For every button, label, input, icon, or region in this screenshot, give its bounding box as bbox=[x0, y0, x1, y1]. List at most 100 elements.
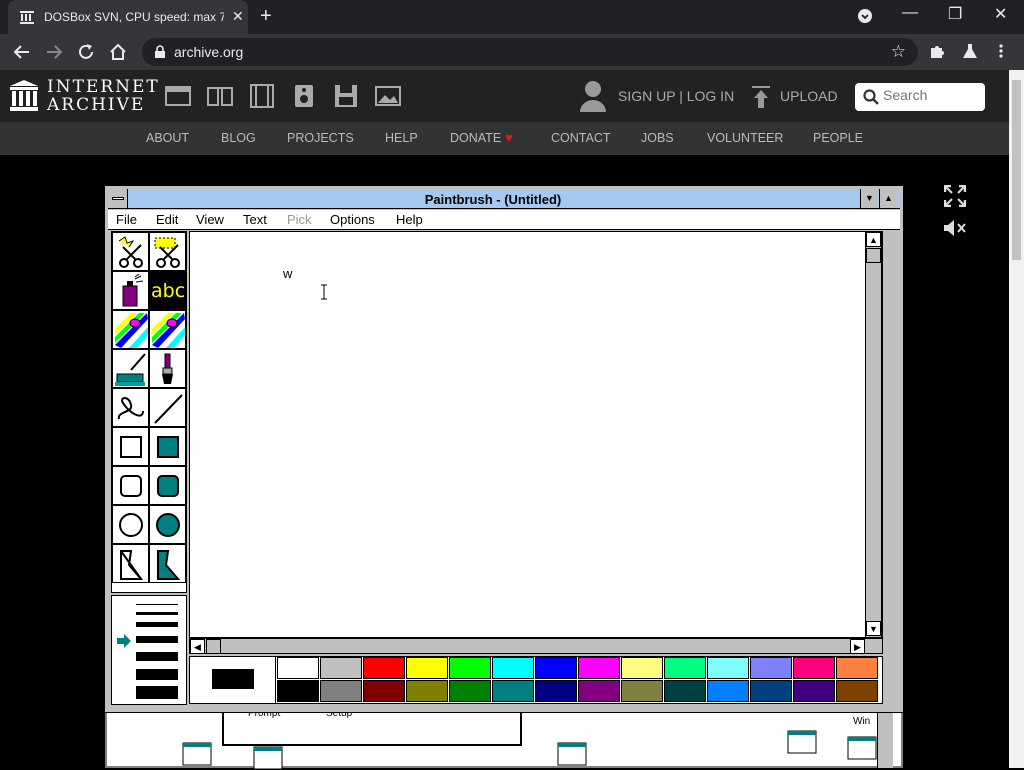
line-size-box[interactable] bbox=[111, 595, 187, 705]
eraser-tool[interactable] bbox=[149, 310, 186, 349]
horizontal-scroll-thumb[interactable] bbox=[206, 639, 221, 654]
palette-swatch[interactable] bbox=[449, 657, 491, 679]
mute-icon[interactable] bbox=[943, 218, 967, 238]
palette-swatch[interactable] bbox=[277, 657, 319, 679]
menu-edit[interactable]: Edit bbox=[156, 212, 178, 227]
page-scrollbar-thumb[interactable] bbox=[1012, 80, 1021, 260]
palette-swatch[interactable] bbox=[664, 657, 706, 679]
search-input[interactable] bbox=[883, 87, 979, 103]
tab-close-icon[interactable]: ✕ bbox=[232, 8, 244, 25]
curve-tool[interactable] bbox=[112, 388, 149, 427]
texts-icon[interactable] bbox=[207, 84, 233, 108]
box-tool[interactable] bbox=[112, 427, 149, 466]
palette-swatch[interactable] bbox=[621, 680, 663, 702]
upload-icon[interactable] bbox=[752, 86, 770, 108]
nav-help[interactable]: HELP bbox=[385, 131, 418, 145]
nav-volunteer[interactable]: VOLUNTEER bbox=[707, 131, 783, 145]
nav-about[interactable]: ABOUT bbox=[146, 131, 189, 145]
scroll-down-button[interactable]: ▼ bbox=[866, 621, 881, 636]
palette-swatch[interactable] bbox=[535, 680, 577, 702]
palette-swatch[interactable] bbox=[406, 680, 448, 702]
palette-swatch[interactable] bbox=[320, 680, 362, 702]
palette-swatch[interactable] bbox=[578, 680, 620, 702]
program-icon[interactable] bbox=[182, 742, 212, 766]
menu-help[interactable]: Help bbox=[396, 212, 423, 227]
drawing-canvas[interactable]: w bbox=[189, 231, 883, 638]
palette-swatch[interactable] bbox=[664, 680, 706, 702]
palette-swatch[interactable] bbox=[320, 657, 362, 679]
palette-swatch[interactable] bbox=[277, 680, 319, 702]
palette-swatch[interactable] bbox=[578, 657, 620, 679]
line-size-4[interactable] bbox=[136, 636, 178, 643]
paintbrush-titlebar[interactable]: Paintbrush - (Untitled) ▼ ▲ bbox=[108, 189, 900, 209]
menu-text[interactable]: Text bbox=[243, 212, 267, 227]
user-avatar-icon[interactable] bbox=[580, 80, 606, 112]
close-window-button[interactable]: ✕ bbox=[994, 4, 1007, 24]
signup-login-link[interactable]: SIGN UP | LOG IN bbox=[618, 88, 734, 104]
line-size-3[interactable] bbox=[136, 622, 178, 627]
menu-file[interactable]: File bbox=[116, 212, 137, 227]
restore-button[interactable]: ❐ bbox=[948, 4, 962, 24]
upload-link[interactable]: UPLOAD bbox=[780, 88, 838, 104]
reload-icon[interactable] bbox=[77, 43, 95, 61]
filled-circle-tool[interactable] bbox=[149, 505, 186, 544]
scroll-right-button[interactable]: ▶ bbox=[850, 639, 865, 654]
nav-jobs[interactable]: JOBS bbox=[641, 131, 674, 145]
home-icon[interactable] bbox=[109, 43, 127, 61]
brush-tool[interactable] bbox=[149, 349, 186, 388]
tab-search-icon[interactable] bbox=[858, 9, 872, 23]
maximize-window-button[interactable]: ▲ bbox=[879, 189, 897, 208]
circle-tool[interactable] bbox=[112, 505, 149, 544]
palette-swatch[interactable] bbox=[836, 680, 878, 702]
browser-tab[interactable]: DOSBox SVN, CPU speed: max 75 ✕ bbox=[8, 0, 248, 34]
paint-roller-tool[interactable] bbox=[112, 349, 149, 388]
filled-polygon-tool[interactable] bbox=[149, 544, 186, 583]
program-icon[interactable] bbox=[847, 736, 877, 760]
software-icon[interactable] bbox=[333, 84, 359, 108]
ia-search-box[interactable] bbox=[855, 83, 985, 111]
address-bar[interactable]: archive.org ☆ bbox=[142, 38, 918, 66]
palette-swatch[interactable] bbox=[793, 680, 835, 702]
fullscreen-icon[interactable] bbox=[944, 185, 966, 207]
line-tool[interactable] bbox=[149, 388, 186, 427]
line-size-1[interactable] bbox=[136, 604, 178, 605]
palette-swatch[interactable] bbox=[492, 680, 534, 702]
palette-swatch[interactable] bbox=[750, 657, 792, 679]
back-icon[interactable] bbox=[13, 43, 31, 61]
palette-swatch[interactable] bbox=[621, 657, 663, 679]
audio-icon[interactable] bbox=[291, 84, 317, 108]
palette-swatch[interactable] bbox=[535, 657, 577, 679]
program-icon[interactable] bbox=[557, 742, 587, 766]
palette-swatch[interactable] bbox=[707, 657, 749, 679]
palette-swatch[interactable] bbox=[492, 657, 534, 679]
line-size-6[interactable] bbox=[136, 669, 178, 680]
ia-logo-icon[interactable] bbox=[10, 80, 38, 112]
canvas-vertical-scrollbar[interactable]: ▲ ▼ bbox=[865, 231, 882, 638]
nav-donate[interactable]: DONATE bbox=[450, 131, 501, 145]
airbrush-tool[interactable] bbox=[112, 271, 149, 310]
scroll-left-button[interactable]: ◀ bbox=[190, 639, 205, 654]
extensions-icon[interactable] bbox=[929, 43, 945, 59]
pick-tool[interactable] bbox=[149, 232, 186, 271]
new-tab-button[interactable]: + bbox=[260, 5, 272, 28]
palette-swatch[interactable] bbox=[707, 680, 749, 702]
minimize-window-button[interactable]: ▼ bbox=[860, 189, 878, 208]
line-size-7[interactable] bbox=[136, 686, 178, 699]
ia-logo-text[interactable]: INTERNET ARCHIVE bbox=[47, 78, 160, 114]
text-tool[interactable]: abc bbox=[149, 271, 186, 310]
vertical-scroll-thumb[interactable] bbox=[866, 248, 881, 263]
filled-rounded-box-tool[interactable] bbox=[149, 466, 186, 505]
menu-kebab-icon[interactable] bbox=[998, 43, 1004, 59]
menu-view[interactable]: View bbox=[196, 212, 224, 227]
nav-projects[interactable]: PROJECTS bbox=[287, 131, 354, 145]
color-eraser-tool[interactable] bbox=[112, 310, 149, 349]
nav-blog[interactable]: BLOG bbox=[221, 131, 256, 145]
desktop-scrollbar[interactable] bbox=[877, 710, 893, 768]
video-icon[interactable] bbox=[249, 84, 275, 108]
bookmark-star-icon[interactable]: ☆ bbox=[891, 42, 906, 62]
menu-options[interactable]: Options bbox=[330, 212, 375, 227]
palette-swatch[interactable] bbox=[449, 680, 491, 702]
nav-contact[interactable]: CONTACT bbox=[551, 131, 611, 145]
canvas-horizontal-scrollbar[interactable]: ◀ ▶ bbox=[189, 638, 883, 654]
images-icon[interactable] bbox=[375, 84, 401, 108]
